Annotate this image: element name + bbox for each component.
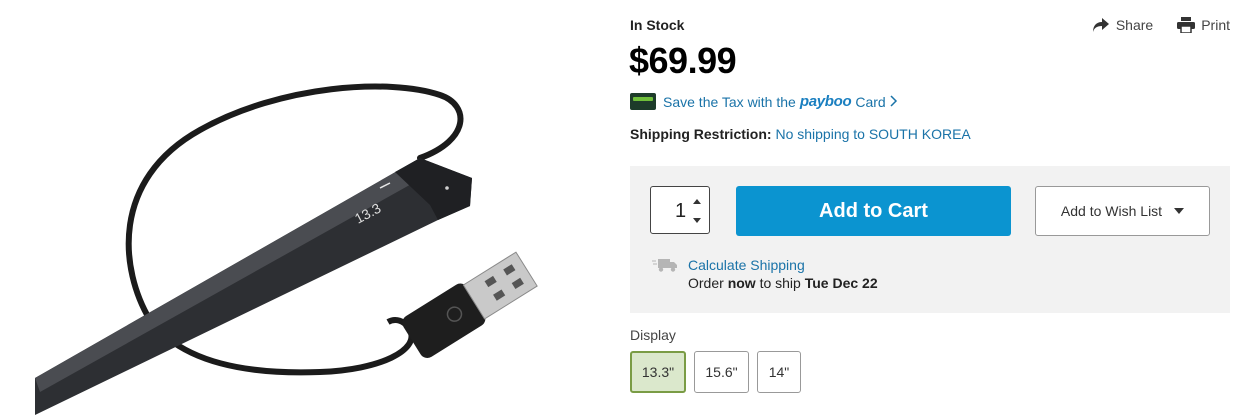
order-mid: to ship — [759, 275, 801, 291]
toolbar: Share Print — [1092, 17, 1230, 33]
chevron-right-icon — [890, 94, 898, 110]
cart-panel: 1 Add to Cart Add to Wish List Calculate… — [630, 166, 1230, 313]
ship-date: Tue Dec 22 — [804, 275, 878, 291]
shipping-restriction-value[interactable]: No shipping to SOUTH KOREA — [775, 126, 970, 142]
payboo-card-label: Card — [855, 93, 886, 110]
display-options: 13.3" 15.6" 14" — [630, 351, 801, 393]
payboo-card-icon — [630, 93, 656, 110]
shipping-restriction-label: Shipping Restriction: — [630, 126, 772, 142]
truck-icon — [652, 257, 678, 291]
quantity-value: 1 — [675, 200, 687, 222]
display-label: Display — [630, 327, 676, 343]
calculate-shipping-section: Calculate Shipping Order now to ship Tue… — [652, 257, 878, 291]
print-icon — [1177, 17, 1196, 33]
ship-estimate: Order now to ship Tue Dec 22 — [688, 275, 878, 291]
shipping-restriction: Shipping Restriction: No shipping to SOU… — [630, 126, 971, 142]
display-option[interactable]: 14" — [757, 351, 801, 393]
caret-down-icon — [1174, 208, 1185, 214]
payboo-logo: payboo — [799, 93, 852, 110]
wishlist-label: Add to Wish List — [1060, 203, 1163, 219]
print-label: Print — [1201, 17, 1230, 33]
product-price: $69.99 — [629, 40, 737, 81]
quantity-stepper[interactable]: 1 — [650, 186, 710, 234]
add-to-cart-button[interactable]: Add to Cart — [736, 186, 1011, 236]
quantity-up-icon[interactable] — [691, 195, 703, 207]
add-to-wishlist-button[interactable]: Add to Wish List — [1035, 186, 1210, 236]
stock-status: In Stock — [630, 17, 685, 33]
quantity-down-icon[interactable] — [691, 213, 703, 225]
calculate-shipping-link[interactable]: Calculate Shipping — [688, 257, 878, 273]
display-option[interactable]: 13.3" — [630, 351, 686, 393]
print-button[interactable]: Print — [1177, 17, 1230, 33]
share-button[interactable]: Share — [1092, 17, 1153, 33]
share-icon — [1092, 17, 1110, 33]
order-prefix: Order — [688, 275, 724, 291]
product-image: 13.3 — [0, 0, 600, 415]
order-now: now — [727, 275, 756, 291]
share-label: Share — [1115, 17, 1154, 33]
display-option[interactable]: 15.6" — [694, 351, 749, 393]
payboo-link[interactable]: Save the Tax with the payboo Card — [630, 93, 898, 110]
payboo-text: Save the Tax with the — [663, 93, 796, 110]
